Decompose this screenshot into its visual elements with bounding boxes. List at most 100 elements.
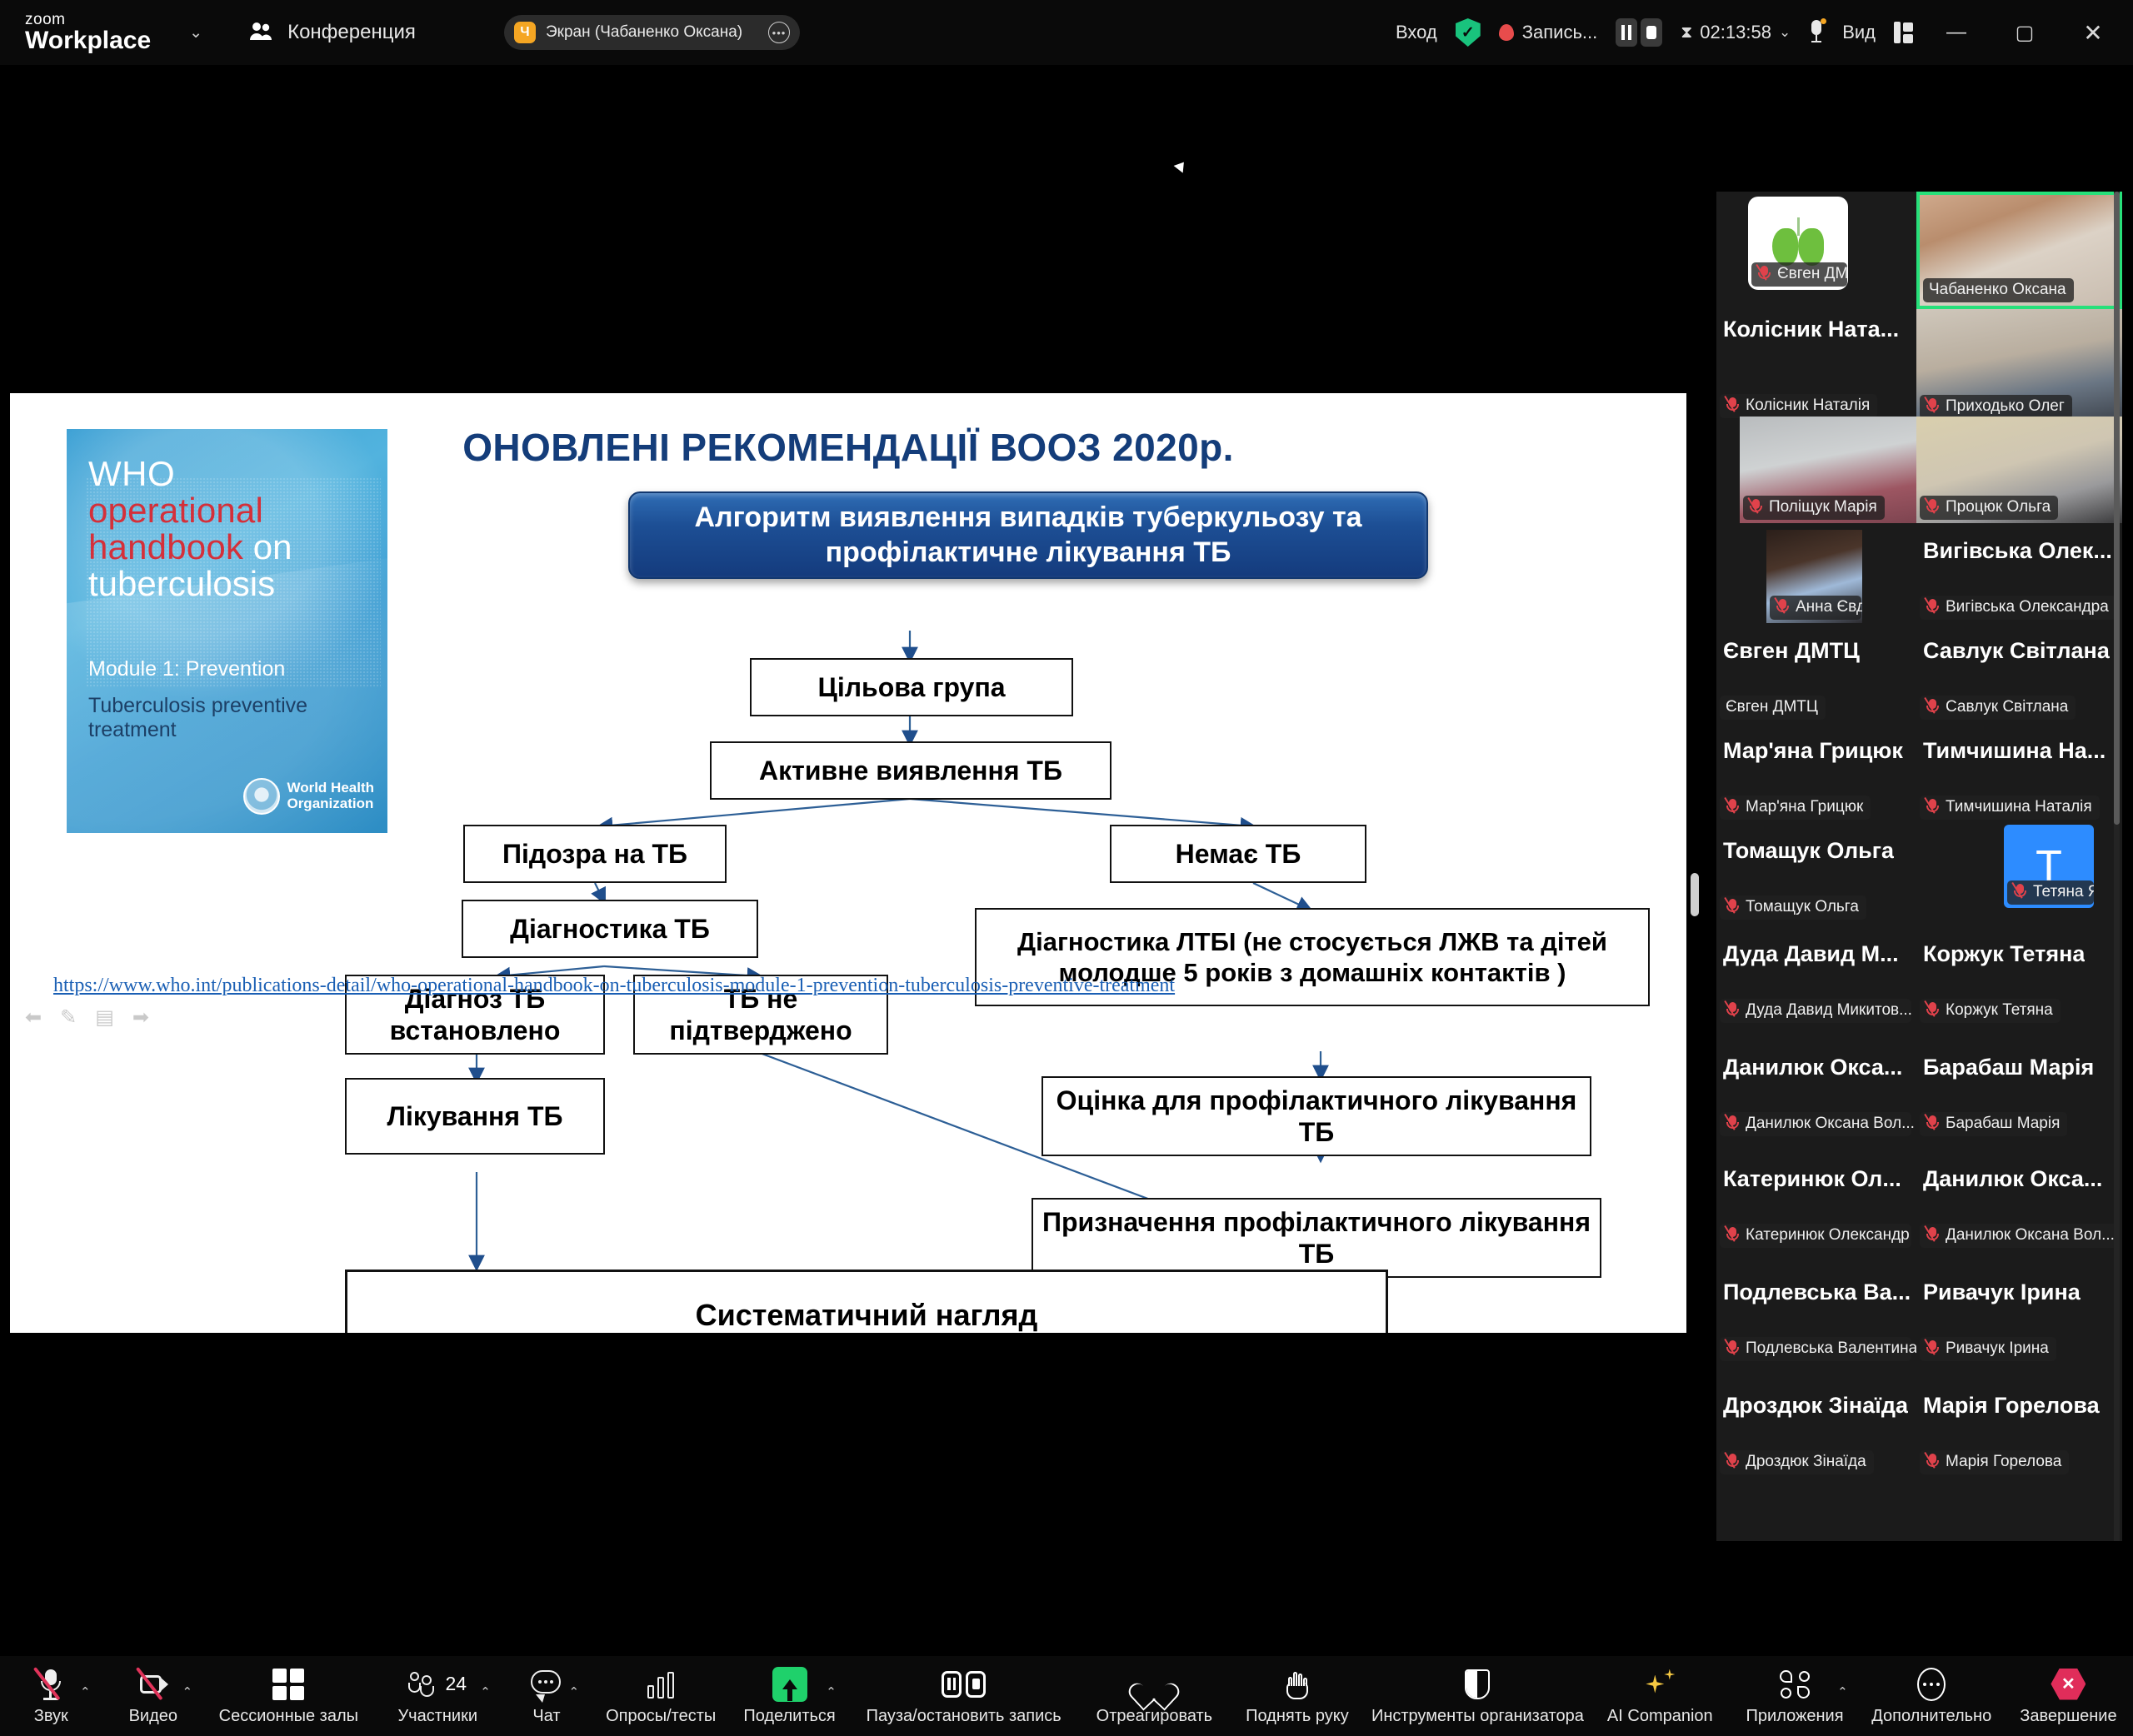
recording-controls[interactable] xyxy=(1616,18,1662,47)
chevron-up-icon[interactable]: ⌃ xyxy=(826,1684,837,1699)
toolbar-button-polls[interactable]: Опросы/тесты xyxy=(591,1656,731,1736)
box-diagnostics-tb: Діагностика ТБ xyxy=(462,900,758,958)
participant-tile[interactable]: Барабаш МаріяБарабаш Марія xyxy=(1916,1046,2122,1140)
microphone-icon[interactable] xyxy=(1809,20,1824,45)
share-tab-more-icon[interactable]: ••• xyxy=(768,22,790,43)
toolbar-button-ai-sparkle[interactable]: AI Companion xyxy=(1590,1656,1730,1736)
participant-name: Євген ДМТЦ xyxy=(1726,698,1818,716)
maximize-button[interactable]: ▢ xyxy=(2000,0,2050,65)
participant-tile[interactable]: Томащук ОльгаТомащук Ольга xyxy=(1716,830,1916,923)
toolbar-button-participants[interactable]: 24Участники⌃ xyxy=(373,1656,502,1736)
annotation-toolbar[interactable]: ⬅ ✎ ▤ ➡ xyxy=(25,1005,149,1030)
toolbar-button-share-screen[interactable]: Поделиться⌃ xyxy=(731,1656,848,1736)
participant-name-badge: Євген ДМТЦ (ІТ-підтр... xyxy=(1751,262,1847,287)
share-screen-icon xyxy=(772,1667,807,1702)
participant-tile[interactable]: ТТетяна Яремчук xyxy=(2004,825,2094,908)
people-icon xyxy=(249,22,274,43)
participants-icon: 24 xyxy=(408,1672,467,1697)
panel-scrollbar[interactable] xyxy=(2114,192,2120,1541)
participant-tile[interactable]: Чабаненко Оксана xyxy=(1916,192,2122,309)
participant-name: Катеринюк Олександр xyxy=(1746,1226,1910,1245)
chevron-down-icon[interactable]: ⌄ xyxy=(1779,24,1791,41)
participant-tile[interactable]: Данилюк Окса...Данилюк Оксана Вол... xyxy=(1716,1046,1916,1140)
encryption-shield-icon[interactable]: ✓ xyxy=(1456,18,1481,47)
mic-muted-icon xyxy=(1726,1115,1740,1133)
participant-name-badge: Данилюк Оксана Вол... xyxy=(1720,1112,1911,1136)
participant-tile[interactable]: Євген ДМТЦ (ІТ-підтр... xyxy=(1748,197,1848,290)
participant-name: Поліщук Марія xyxy=(1769,498,1877,516)
toolbar-button-label: Пауза/остановить запись xyxy=(867,1707,1062,1726)
participant-tile[interactable]: Процюк Ольга xyxy=(1916,417,2122,523)
meeting-tab[interactable]: Конференция xyxy=(249,21,416,44)
toolbar-button-chat[interactable]: Чат⌃ xyxy=(502,1656,591,1736)
participant-tile[interactable]: Марія ГореловаМарія Горелова xyxy=(1916,1384,2122,1478)
record-pause-icon xyxy=(942,1671,986,1698)
toolbar-button-breakout-rooms[interactable]: Сессионные залы xyxy=(204,1656,373,1736)
view-button[interactable]: Вид xyxy=(1842,22,1876,43)
who-emblem-icon xyxy=(243,778,280,815)
toolbar-button-record-pause[interactable]: Пауза/остановить запись xyxy=(848,1656,1080,1736)
toolbar-button-label: Отреагировать xyxy=(1096,1707,1212,1726)
notes-icon[interactable]: ▤ xyxy=(95,1005,114,1030)
participant-name-badge: Дроздюк Зінаїда xyxy=(1720,1450,1874,1474)
participant-tile[interactable]: Мар'яна ГрицюкМар'яна Грицюк xyxy=(1716,730,1916,823)
close-button[interactable]: ✕ xyxy=(2068,0,2118,65)
chevron-up-icon[interactable]: ⌃ xyxy=(1837,1684,1848,1699)
participant-name: Приходько Олег xyxy=(1946,397,2065,416)
cover-operational: operational xyxy=(88,492,372,529)
login-button[interactable]: Вход xyxy=(1396,22,1437,43)
view-layout-icon[interactable] xyxy=(1894,22,1913,43)
cover-module: Module 1: Prevention xyxy=(88,657,285,681)
who-logo-text: World Health Organization xyxy=(287,781,374,811)
forward-arrow-icon[interactable]: ➡ xyxy=(132,1005,149,1030)
toolbar-button-more[interactable]: Дополнительно xyxy=(1860,1656,2004,1736)
host-tools-icon xyxy=(1465,1669,1490,1699)
panel-scrollbar-thumb[interactable] xyxy=(2114,192,2120,825)
video-off-icon xyxy=(137,1667,170,1702)
participant-tile[interactable]: Данилюк Окса...Данилюк Оксана Вол... xyxy=(1916,1158,2122,1251)
panel-resize-handle[interactable] xyxy=(1691,873,1699,916)
participant-tile[interactable]: Колісник Ната...Колісник Наталія xyxy=(1716,308,1916,422)
toolbar-button-reactions-heart[interactable]: Отреагировать xyxy=(1080,1656,1230,1736)
recording-status[interactable]: Запись... xyxy=(1499,22,1598,43)
participant-large-name: Барабаш Марія xyxy=(1923,1055,2094,1080)
toolbar-button-apps[interactable]: Приложения⌃ xyxy=(1730,1656,1859,1736)
participant-tile[interactable]: Вигівська Олек...Вигівська Олександра xyxy=(1916,530,2122,623)
participant-tile[interactable]: Анна Євдоченко xyxy=(1766,530,1862,623)
participant-name: Томащук Ольга xyxy=(1746,898,1859,916)
chevron-up-icon[interactable]: ⌃ xyxy=(80,1684,91,1699)
cover-handbook-on: handbook on xyxy=(88,529,372,566)
participant-tile[interactable]: Подлевська Ва...Подлевська Валентина xyxy=(1716,1271,1916,1364)
participant-tile[interactable]: Поліщук Марія xyxy=(1740,417,1916,523)
toolbar-button-host-tools[interactable]: Инструменты организатора xyxy=(1366,1656,1591,1736)
participant-tile[interactable]: Дроздюк ЗінаїдаДроздюк Зінаїда xyxy=(1716,1384,1916,1478)
participant-tile[interactable]: Катеринюк Ол...Катеринюк Олександр xyxy=(1716,1158,1916,1251)
pen-icon[interactable]: ✎ xyxy=(60,1005,77,1030)
participant-tile[interactable]: Ривачук ІринаРивачук Ірина xyxy=(1916,1271,2122,1364)
who-publication-link[interactable]: https://www.who.int/publications-detail/… xyxy=(53,975,1175,997)
meeting-timer[interactable]: ⧗ 02:13:58 ⌄ xyxy=(1681,22,1791,43)
pause-recording-icon[interactable] xyxy=(1616,18,1637,47)
toolbar-button-video-off[interactable]: Видео⌃ xyxy=(102,1656,205,1736)
minimize-button[interactable]: — xyxy=(1931,0,1981,65)
toolbar-button-mic-off[interactable]: Звук⌃ xyxy=(0,1656,102,1736)
participant-tile[interactable]: Савлук СвітланаСавлук Світлана xyxy=(1916,630,2122,723)
share-tab[interactable]: Ч Экран (Чабаненко Оксана) ••• xyxy=(504,15,800,50)
participant-tile[interactable]: Коржук ТетянаКоржук Тетяна xyxy=(1916,933,2122,1026)
toolbar-button-label: Инструменты организатора xyxy=(1371,1707,1584,1726)
participant-name: Ривачук Ірина xyxy=(1946,1339,2049,1358)
toolbar-button-raise-hand[interactable]: Поднять руку xyxy=(1229,1656,1365,1736)
participant-tile[interactable]: Дуда Давид М...Дуда Давид Микитов... xyxy=(1716,933,1916,1026)
participant-tile[interactable]: Тимчишина На...Тимчишина Наталія xyxy=(1916,730,2122,823)
mic-stand xyxy=(1816,35,1817,41)
chevron-down-icon[interactable]: ⌄ xyxy=(189,23,202,42)
chevron-up-icon[interactable]: ⌃ xyxy=(480,1684,491,1699)
participant-tile[interactable]: Приходько Олег xyxy=(1916,309,2122,422)
chevron-up-icon[interactable]: ⌃ xyxy=(568,1684,579,1699)
back-arrow-icon[interactable]: ⬅ xyxy=(25,1005,42,1030)
toolbar-button-end-meeting[interactable]: ✕Завершение xyxy=(2004,1656,2133,1736)
stop-recording-icon[interactable] xyxy=(1641,18,1662,47)
chevron-up-icon[interactable]: ⌃ xyxy=(182,1684,192,1699)
shared-screen-slide[interactable]: WHO operational handbook on tuberculosis… xyxy=(10,393,1686,1333)
participant-tile[interactable]: Євген ДМТЦЄвген ДМТЦ xyxy=(1716,630,1916,723)
